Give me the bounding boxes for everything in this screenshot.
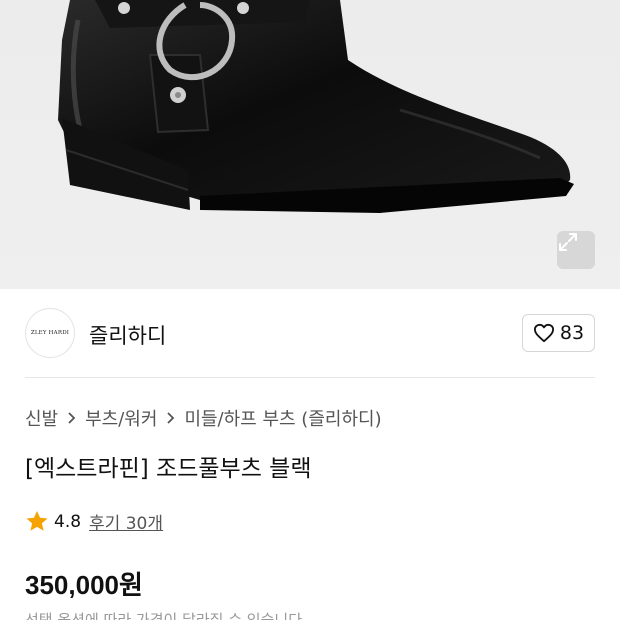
price: 350,000원	[25, 570, 143, 600]
expand-image-button[interactable]	[557, 231, 595, 269]
chevron-right-icon	[67, 411, 76, 425]
breadcrumb-item-boots[interactable]: 부츠/워커	[85, 405, 157, 431]
price-note: 선택 옵션에 따라 가격이 달라질 수 있습니다	[25, 611, 303, 620]
like-button[interactable]: 83	[522, 314, 595, 352]
rating-value: 4.8	[54, 511, 82, 532]
divider	[25, 377, 595, 378]
brand-row: ZLEY HARDI 즐리하디 83	[0, 289, 620, 377]
star-icon	[26, 511, 48, 531]
brand-logo[interactable]: ZLEY HARDI	[25, 308, 75, 358]
heart-outline-icon	[533, 323, 554, 343]
breadcrumb-item-shoes[interactable]: 신발	[25, 405, 58, 431]
rating-row: 4.8 후기 30개	[25, 509, 163, 534]
brand-logo-text: ZLEY HARDI	[30, 330, 70, 336]
product-title: [엑스트라핀] 조드풀부츠 블랙	[25, 456, 312, 482]
product-image[interactable]	[0, 0, 620, 289]
expand-arrows-icon	[559, 233, 577, 251]
like-count: 83	[559, 322, 585, 344]
chevron-right-icon	[166, 411, 175, 425]
review-count-link[interactable]: 후기 30개	[89, 509, 163, 534]
boot-illustration	[58, 0, 574, 213]
breadcrumb-item-middle-boots[interactable]: 미들/하프 부츠 (즐리하디)	[184, 405, 381, 431]
brand-name[interactable]: 즐리하디	[89, 320, 166, 350]
breadcrumb: 신발 부츠/워커 미들/하프 부츠 (즐리하디)	[25, 405, 382, 431]
